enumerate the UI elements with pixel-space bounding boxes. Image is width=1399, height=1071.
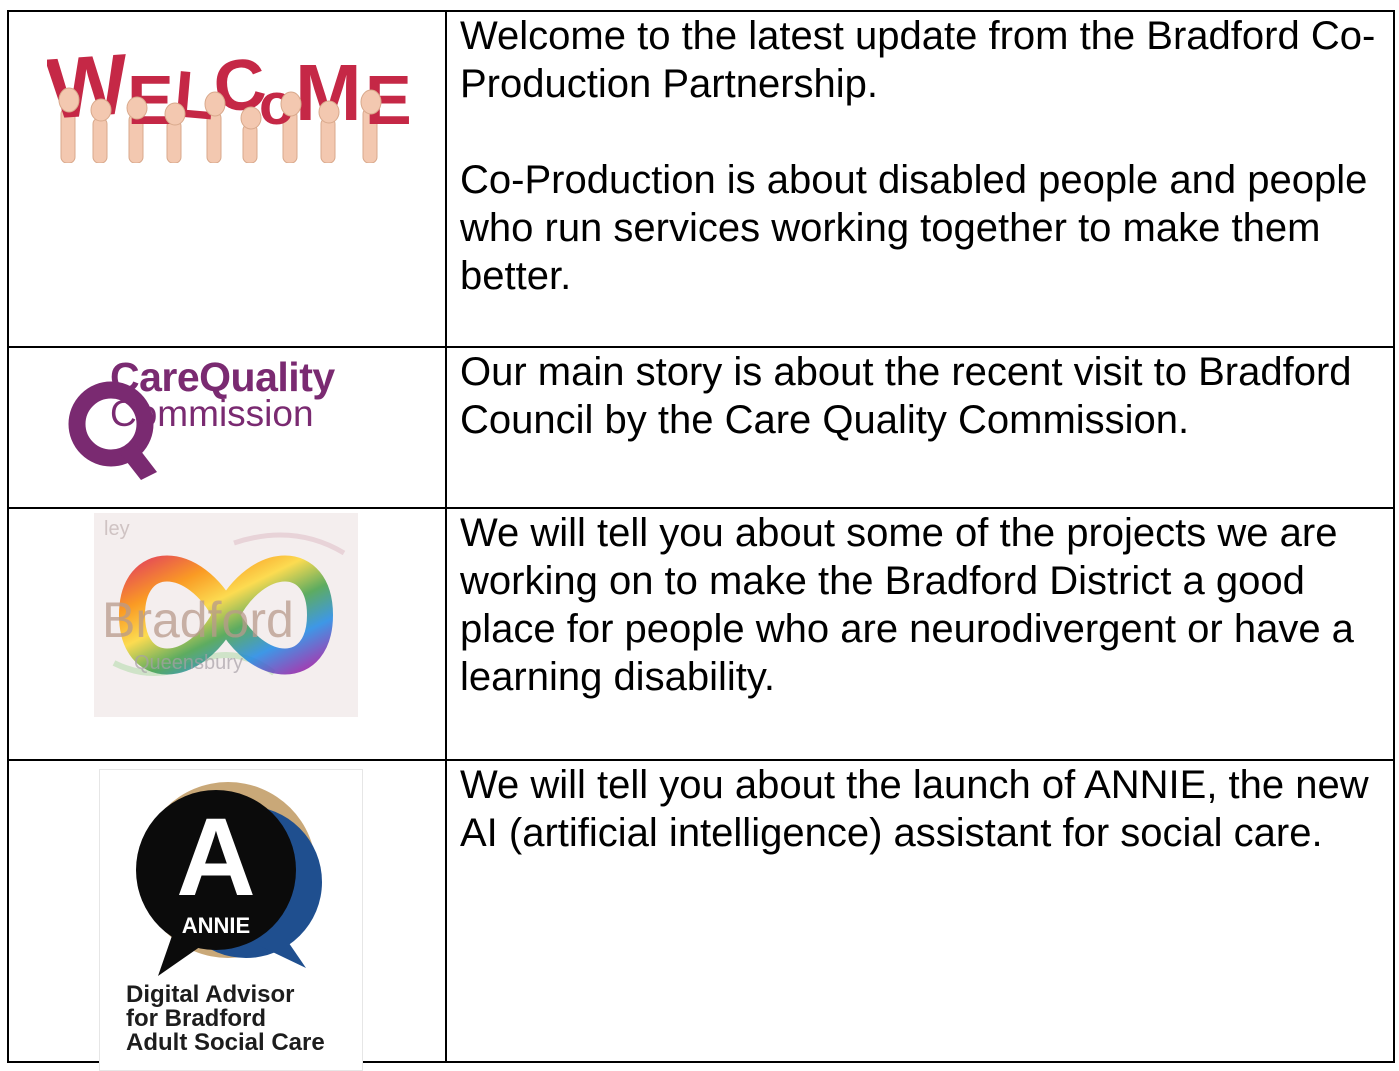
map-label-ley: ley xyxy=(104,518,130,540)
welcome-sign-image: W E L C o M E xyxy=(47,38,412,163)
coproduction-paragraph: Co-Production is about disabled people a… xyxy=(460,158,1368,298)
text-cell: We will tell you about some of the proje… xyxy=(445,507,1395,761)
cqc-logo-line2: Commission xyxy=(110,393,314,434)
text-cell: Welcome to the latest update from the Br… xyxy=(445,10,1395,348)
annie-speech-icon: A ANNIE xyxy=(136,782,322,976)
annie-name: ANNIE xyxy=(182,913,250,938)
annie-caption-line: for Bradford xyxy=(126,1005,266,1032)
cqc-paragraph: Our main story is about the recent visit… xyxy=(460,350,1352,442)
content-table: W E L C o M E Welcome to the latest upda… xyxy=(7,10,1395,1071)
annie-logo: A ANNIE Digital Advisor for Bradford Adu… xyxy=(99,769,363,1071)
table-row: CareQuality Commission Our main story is… xyxy=(7,346,1395,509)
table-row: A ANNIE Digital Advisor for Bradford Adu… xyxy=(7,759,1395,1071)
annie-caption: Digital Advisor for Bradford Adult Socia… xyxy=(126,983,325,1055)
table-row: ley Bradford Queensbury We will tell you… xyxy=(7,507,1395,761)
cqc-logo: CareQuality Commission xyxy=(9,348,445,507)
annie-caption-line: Digital Advisor xyxy=(126,981,295,1008)
annie-caption-line: Adult Social Care xyxy=(126,1029,325,1056)
annie-paragraph: We will tell you about the launch of ANN… xyxy=(460,763,1369,855)
image-cell: A ANNIE Digital Advisor for Bradford Adu… xyxy=(7,759,447,1071)
bradford-word: Bradford xyxy=(102,592,294,648)
svg-text:M: M xyxy=(295,48,362,137)
table-row: W E L C o M E Welcome to the latest upda… xyxy=(7,10,1395,348)
bradford-infinity-image: ley Bradford Queensbury xyxy=(94,513,358,717)
newsletter-page: W E L C o M E Welcome to the latest upda… xyxy=(7,10,1397,1071)
text-cell: We will tell you about the launch of ANN… xyxy=(445,759,1395,1063)
image-cell: W E L C o M E xyxy=(7,10,447,348)
projects-paragraph: We will tell you about some of the proje… xyxy=(460,511,1354,699)
queensbury-word: Queensbury xyxy=(134,652,243,674)
annie-letter: A xyxy=(176,796,255,919)
welcome-paragraph: Welcome to the latest update from the Br… xyxy=(460,14,1376,106)
image-cell: CareQuality Commission xyxy=(7,346,447,509)
svg-text:W: W xyxy=(47,38,132,138)
text-cell: Our main story is about the recent visit… xyxy=(445,346,1395,509)
image-cell: ley Bradford Queensbury xyxy=(7,507,447,761)
